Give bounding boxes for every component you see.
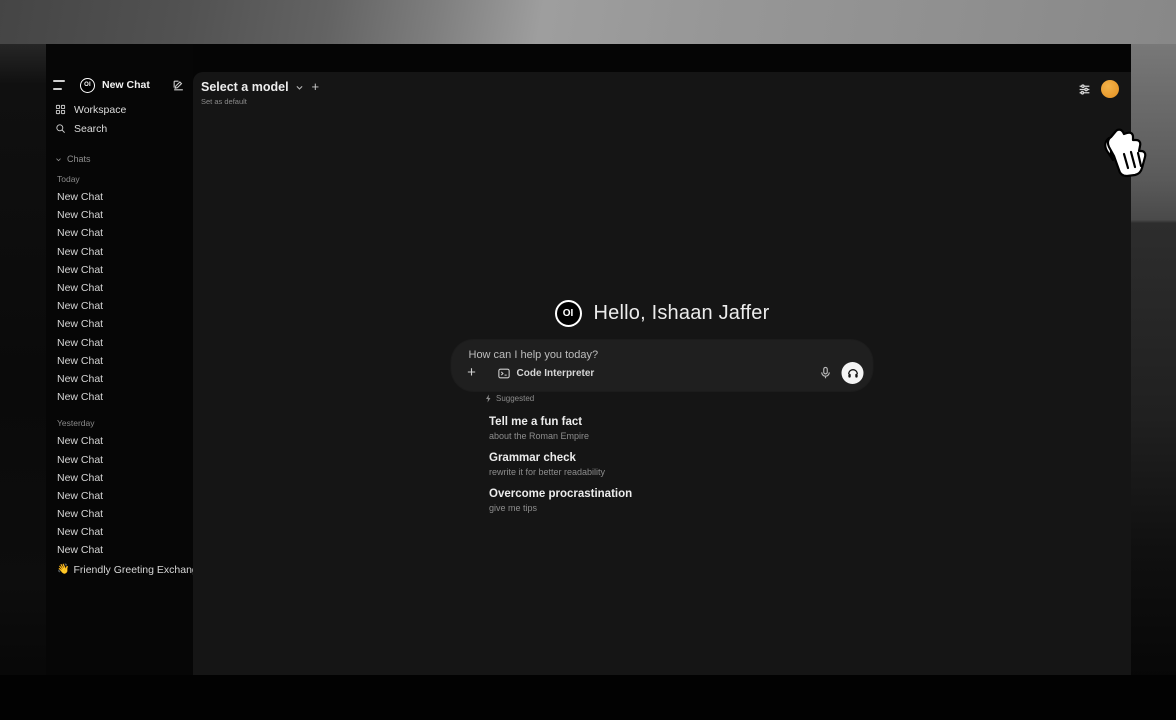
suggestion-item[interactable]: Overcome procrastination give me tips [485,483,815,519]
chat-list-item[interactable]: New Chat [46,206,193,224]
chats-section-label: Chats [67,154,91,164]
sidebar-item-workspace[interactable]: Workspace [46,100,193,119]
main-panel: Select a model + Set as default [193,44,1131,675]
app-window: OI New Chat Workspace Se [46,44,1131,675]
chat-list-item[interactable]: New Chat [46,469,193,487]
add-model-button[interactable]: + [312,80,320,93]
suggestion-item[interactable]: Grammar check rewrite it for better read… [485,447,815,483]
chevron-down-icon [55,156,62,163]
new-chat-icon[interactable] [172,79,185,92]
sidebar: OI New Chat Workspace Se [46,44,193,675]
app-logo: OI [555,300,582,327]
backdrop-left [0,44,46,720]
chat-input-actions: + Code Interpreter [452,362,873,384]
chat-input-placeholder: How can I help you today? [469,349,599,361]
chat-list-item[interactable]: New Chat [46,188,193,206]
chat-list-item[interactable]: New Chat [46,224,193,242]
chat-list-item[interactable]: New Chat [46,450,193,468]
backdrop-right [1131,44,1176,720]
sidebar-title: New Chat [102,79,172,91]
chevron-down-icon [295,83,304,92]
chat-list-item[interactable]: New Chat [46,541,193,559]
chat-list-item[interactable]: New Chat [46,261,193,279]
chat-list-today: New ChatNew ChatNew ChatNew ChatNew Chat… [46,188,193,406]
named-chat-label: Friendly Greeting Exchange [73,564,203,576]
chat-list-item[interactable]: New Chat [46,334,193,352]
chat-list-yesterday: New ChatNew ChatNew ChatNew ChatNew Chat… [46,432,193,559]
chat-list-item[interactable]: New Chat [46,523,193,541]
backdrop-bottom [0,675,1176,720]
chat-input-box[interactable]: How can I help you today? + Code Interpr… [452,340,873,391]
greeting-row: OI Hello, Ishaan Jaffer [193,300,1131,327]
headphones-icon [846,367,859,380]
attach-plus-button[interactable]: + [464,365,480,381]
terminal-icon [498,367,511,380]
chat-list-item-named[interactable]: 👋 Friendly Greeting Exchange [46,561,193,579]
user-avatar[interactable] [1101,80,1119,98]
chat-list-item[interactable]: New Chat [46,370,193,388]
controls-sliders-icon[interactable] [1078,83,1091,96]
suggested-label: Suggested [496,394,534,403]
bolt-icon [485,394,492,403]
sidebar-item-search[interactable]: Search [46,119,193,138]
code-interpreter-label: Code Interpreter [517,368,595,379]
suggestion-subtitle: give me tips [489,503,815,513]
suggestions-section: Suggested Tell me a fun fact about the R… [485,394,815,519]
suggestion-title: Grammar check [489,452,815,464]
chat-list-item[interactable]: New Chat [46,352,193,370]
suggestion-title: Tell me a fun fact [489,416,815,428]
topbar-right [1078,80,1119,98]
topbar: Select a model + Set as default [193,72,1131,110]
chat-list-item[interactable]: New Chat [46,315,193,333]
chat-list-item[interactable]: New Chat [46,279,193,297]
wave-emoji-icon: 👋 [57,564,69,575]
chat-list-item[interactable]: New Chat [46,388,193,406]
model-selector-label: Select a model [201,80,289,94]
set-default-link[interactable]: Set as default [201,97,247,106]
suggested-header: Suggested [485,394,815,403]
screen: OI New Chat Workspace Se [0,0,1176,720]
search-label: Search [74,123,107,135]
app-logo: OI [80,78,95,93]
chats-section-header[interactable]: Chats [46,152,193,166]
chat-list-item[interactable]: New Chat [46,505,193,523]
chat-list-item[interactable]: New Chat [46,297,193,315]
backdrop-top [0,0,1176,44]
chat-list-item[interactable]: New Chat [46,487,193,505]
group-label-today: Today [46,166,193,188]
chat-list-item[interactable]: New Chat [46,243,193,261]
group-label-yesterday: Yesterday [46,406,193,432]
code-interpreter-toggle[interactable]: Code Interpreter [498,367,595,380]
suggestion-title: Overcome procrastination [489,488,815,500]
search-icon [55,123,66,134]
suggestion-subtitle: about the Roman Empire [489,431,815,441]
greeting-text: Hello, Ishaan Jaffer [594,302,770,325]
suggestion-item[interactable]: Tell me a fun fact about the Roman Empir… [485,411,815,447]
model-selector[interactable]: Select a model [201,80,304,94]
sidebar-toggle-icon[interactable] [53,80,67,90]
workspace-grid-icon [55,104,66,115]
voice-call-button[interactable] [842,362,864,384]
sidebar-header: OI New Chat [46,76,193,94]
microphone-icon[interactable] [819,365,833,381]
suggestion-subtitle: rewrite it for better readability [489,467,815,477]
chat-list-item[interactable]: New Chat [46,432,193,450]
suggestion-list: Tell me a fun fact about the Roman Empir… [485,411,815,519]
workspace-label: Workspace [74,104,126,116]
